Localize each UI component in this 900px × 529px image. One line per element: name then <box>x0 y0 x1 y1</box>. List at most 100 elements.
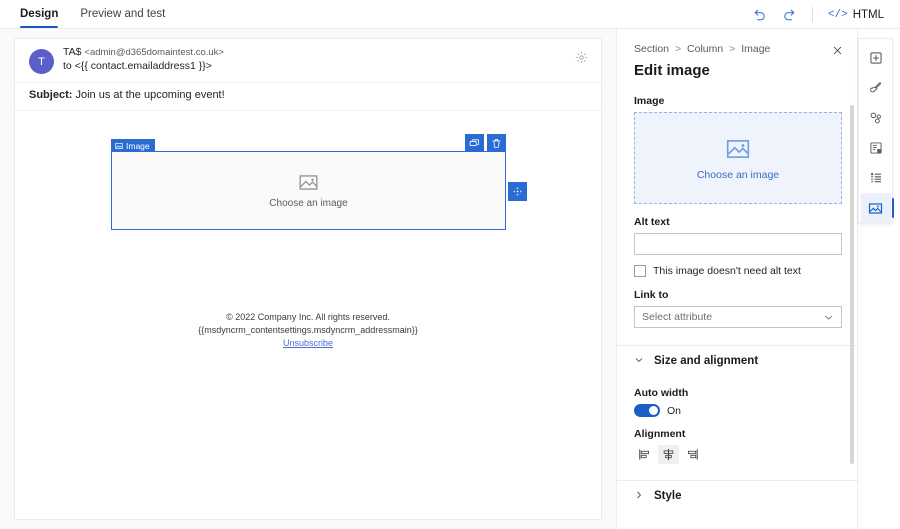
image-icon <box>868 201 883 216</box>
image-block-tag: Image <box>111 139 155 152</box>
email-to-line: to <{{ contact.emailaddress1 }}> <box>63 60 212 72</box>
align-center-icon <box>662 448 675 461</box>
image-placeholder-icon <box>725 136 751 162</box>
breadcrumb-separator: > <box>729 43 735 55</box>
auto-width-toggle-row[interactable]: On <box>634 404 842 417</box>
style-section-title: Style <box>654 490 682 502</box>
auto-width-label: Auto width <box>634 387 842 399</box>
move-handle-icon <box>512 186 523 197</box>
email-body: Image <box>15 111 601 519</box>
undo-button[interactable] <box>747 2 773 28</box>
email-settings-button[interactable] <box>575 51 588 69</box>
breadcrumb-item-image[interactable]: Image <box>741 43 770 55</box>
code-icon: </> <box>828 9 848 21</box>
tab-design[interactable]: Design <box>20 0 58 29</box>
redo-button[interactable] <box>777 2 803 28</box>
size-and-alignment-section-header[interactable]: Size and alignment <box>634 346 842 376</box>
image-placeholder-label: Choose an image <box>269 198 347 209</box>
image-icon <box>115 142 123 150</box>
close-icon <box>832 45 843 56</box>
avatar: T <box>29 49 54 74</box>
panel-scrollbar[interactable] <box>850 105 854 464</box>
chevron-right-icon <box>634 490 643 503</box>
rail-personalization-button[interactable] <box>861 103 891 133</box>
toolbar-divider <box>812 7 813 22</box>
style-section-header[interactable]: Style <box>634 481 842 511</box>
redo-icon <box>782 7 797 22</box>
align-left-button[interactable] <box>634 445 655 464</box>
breadcrumb-item-section[interactable]: Section <box>634 43 669 55</box>
trash-icon <box>491 138 502 149</box>
html-button[interactable]: </> HTML <box>822 2 890 28</box>
footer-address-token: {{msdyncrm_contentsettings.msdyncrm_addr… <box>15 324 601 337</box>
duplicate-button[interactable] <box>465 134 484 152</box>
alt-text-label: Alt text <box>634 216 842 228</box>
breadcrumb: Section > Column > Image <box>634 43 841 55</box>
email-from-line: TA$ <admin@d365domaintest.co.uk> <box>63 46 224 58</box>
tab-preview-and-test-label: Preview and test <box>80 8 165 20</box>
auto-width-state: On <box>667 405 681 417</box>
email-footer: © 2022 Company Inc. All rights reserved.… <box>15 311 601 350</box>
email-from-name: TA$ <box>63 46 81 58</box>
panel-title: Edit image <box>634 62 841 79</box>
email-subject-value: Join us at the upcoming event! <box>75 89 224 101</box>
add-element-icon <box>869 51 883 65</box>
image-placeholder[interactable]: Choose an image <box>112 152 505 229</box>
image-block-toolbar <box>465 134 506 152</box>
image-field-label: Image <box>634 95 842 107</box>
move-handle[interactable] <box>508 182 527 201</box>
rail-layout-button[interactable] <box>861 163 891 193</box>
top-toolbar: Design Preview and test </> HTML <box>0 0 900 29</box>
design-canvas: T TA$ <admin@d365domaintest.co.uk> to <{… <box>0 29 616 529</box>
align-right-button[interactable] <box>682 445 703 464</box>
email-subject-prefix: Subject: <box>29 89 72 101</box>
image-block-selected[interactable]: Image <box>111 151 506 230</box>
link-to-label: Link to <box>634 289 842 301</box>
image-placeholder-icon <box>298 172 319 193</box>
rail-image-button[interactable] <box>861 193 891 223</box>
image-dropzone[interactable]: Choose an image <box>634 112 842 204</box>
link-to-select[interactable]: Select attribute <box>634 306 842 328</box>
email-subject-row: Subject: Join us at the upcoming event! <box>15 83 601 111</box>
rail-brush-styles-button[interactable] <box>861 73 891 103</box>
email-subject: Subject: Join us at the upcoming event! <box>29 89 225 101</box>
no-alt-text-checkbox[interactable] <box>634 265 646 277</box>
breadcrumb-item-column[interactable]: Column <box>687 43 723 55</box>
alignment-options <box>634 445 842 464</box>
email-preview-card: T TA$ <admin@d365domaintest.co.uk> to <{… <box>14 38 602 520</box>
close-panel-button[interactable] <box>828 41 846 59</box>
email-header: T TA$ <admin@d365domaintest.co.uk> to <{… <box>15 39 601 83</box>
no-alt-text-label: This image doesn't need alt text <box>653 265 801 277</box>
auto-width-toggle[interactable] <box>634 404 660 417</box>
html-button-label: HTML <box>853 9 884 21</box>
size-and-alignment-title: Size and alignment <box>654 355 758 367</box>
top-actions: </> HTML <box>747 0 890 29</box>
chevron-down-icon <box>634 355 643 368</box>
alignment-label: Alignment <box>634 428 842 440</box>
layout-icon <box>869 171 883 185</box>
breadcrumb-separator: > <box>675 43 681 55</box>
no-alt-text-checkbox-row[interactable]: This image doesn't need alt text <box>634 265 842 277</box>
saved-content-icon <box>869 141 883 155</box>
tab-preview-and-test[interactable]: Preview and test <box>80 0 165 29</box>
align-center-button[interactable] <box>658 445 679 464</box>
main-tabs: Design Preview and test <box>20 0 187 29</box>
delete-button[interactable] <box>487 134 506 152</box>
alt-text-input[interactable] <box>634 233 842 255</box>
align-right-icon <box>686 448 699 461</box>
duplicate-icon <box>469 138 480 149</box>
email-from-address: <admin@d365domaintest.co.uk> <box>84 47 224 58</box>
link-to-value: Select attribute <box>642 311 712 323</box>
align-left-icon <box>638 448 651 461</box>
rail-saved-content-button[interactable] <box>861 133 891 163</box>
panel-header: Section > Column > Image Edit image <box>617 29 857 79</box>
panel-body: Image Choose an image Alt text This imag… <box>617 95 859 529</box>
tab-design-label: Design <box>20 8 58 20</box>
chevron-down-icon <box>823 312 834 323</box>
unsubscribe-link[interactable]: Unsubscribe <box>283 338 333 348</box>
image-dropzone-label: Choose an image <box>697 169 779 181</box>
rail-add-element-button[interactable] <box>861 43 891 73</box>
undo-icon <box>752 7 767 22</box>
toggle-knob <box>649 406 658 415</box>
footer-copyright: © 2022 Company Inc. All rights reserved. <box>15 311 601 324</box>
